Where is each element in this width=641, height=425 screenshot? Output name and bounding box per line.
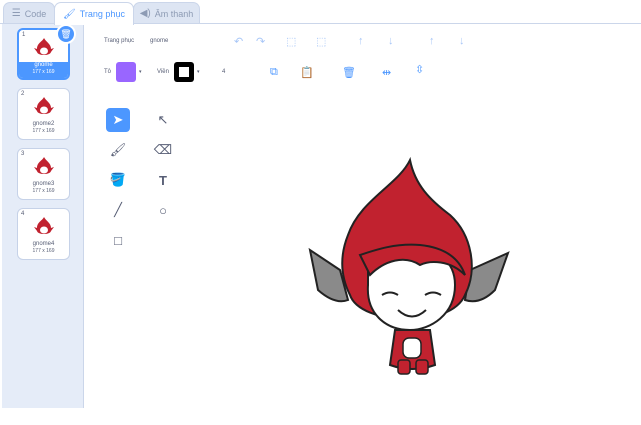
outline-label: Viền [157, 69, 169, 75]
tab-costumes-label: Trang phục [79, 9, 125, 19]
costume-item-4[interactable]: 4 gnome4 177 x 169 [17, 208, 70, 260]
tab-costumes[interactable]: 🖌 Trang phục [54, 2, 134, 25]
flip-horizontal-icon[interactable]: ⇹ [382, 66, 391, 79]
flip-vertical-icon[interactable]: ⇳ [415, 63, 424, 76]
speaker-icon: ◀) [139, 8, 151, 19]
costume-thumbnail [33, 97, 54, 114]
reshape-tool[interactable]: ↖ [151, 108, 175, 132]
rectangle-icon: □ [114, 232, 122, 248]
arrow-icon: ➤ [112, 112, 124, 127]
delete-icon[interactable]: 🗑 [342, 66, 356, 79]
editor-tabs: ☰ Code 🖌 Trang phục ◀) Âm thanh [0, 0, 641, 25]
circle-tool[interactable]: ○ [151, 198, 175, 222]
costume-name-input[interactable]: gnome [150, 38, 168, 44]
undo-icon[interactable]: ↶ [234, 35, 243, 48]
fill-color-swatch[interactable] [116, 62, 136, 82]
costume-thumbnail [33, 157, 54, 174]
costume-thumbnail [33, 217, 54, 234]
tab-sounds[interactable]: ◀) Âm thanh [133, 2, 200, 24]
costume-list: 1 gnome 177 x 169 2 gnome2 177 x 169 3 g… [2, 24, 84, 408]
copy-icon[interactable]: ⧉ [270, 66, 278, 79]
line-icon: ╱ [114, 202, 122, 217]
back-icon[interactable]: ↓ [459, 35, 465, 47]
rectangle-tool[interactable]: □ [106, 228, 130, 252]
gnome-sprite [308, 156, 510, 375]
costume-item-3[interactable]: 3 gnome3 177 x 169 [17, 148, 70, 200]
costume-item-2[interactable]: 2 gnome2 177 x 169 [17, 88, 70, 140]
costume-number: 2 [21, 91, 25, 97]
text-tool[interactable]: T [151, 168, 175, 192]
costume-size: 177 x 169 [32, 128, 55, 134]
costume-number: 3 [21, 151, 25, 157]
paste-icon[interactable]: 📋 [300, 66, 314, 79]
outline-inner [179, 67, 189, 77]
trash-icon: 🗑 [60, 28, 72, 39]
outline-color-swatch[interactable] [174, 62, 194, 82]
fill-caret-icon[interactable]: ▾ [139, 69, 142, 75]
outline-caret-icon[interactable]: ▾ [197, 69, 200, 75]
costume-size: 177 x 169 [32, 248, 55, 254]
costume-thumbnail [33, 38, 54, 55]
line-tool[interactable]: ╱ [106, 198, 130, 222]
costume-size: 177 x 169 [32, 69, 55, 75]
ungroup-icon[interactable]: ⬚ [316, 35, 326, 48]
select-tool[interactable]: ➤ [106, 108, 130, 132]
paint-bucket-icon: 🪣 [109, 172, 127, 187]
front-icon[interactable]: ↑ [429, 35, 435, 47]
backward-icon[interactable]: ↓ [388, 35, 394, 47]
drawing-canvas[interactable] [300, 155, 515, 380]
costume-number: 1 [22, 32, 26, 38]
tab-code[interactable]: ☰ Code [3, 2, 55, 24]
costume-name: gnome2 [32, 121, 55, 127]
brush-tool[interactable]: 🖌 [106, 138, 130, 162]
costume-name: gnome [34, 62, 53, 68]
tab-code-label: Code [24, 8, 47, 19]
paintbrush-icon: 🖌 [109, 142, 127, 157]
brush-icon: 🖌 [63, 8, 76, 20]
delete-costume-button[interactable]: 🗑 [56, 24, 76, 44]
costume-number: 4 [21, 211, 25, 217]
fill-label: Tô [104, 69, 112, 75]
eraser-icon: ⌫ [153, 142, 173, 157]
costume-size: 177 x 169 [32, 188, 55, 194]
fill-tool[interactable]: 🪣 [106, 168, 130, 192]
forward-icon[interactable]: ↑ [358, 35, 364, 47]
text-icon: T [159, 172, 167, 188]
costume-name: gnome3 [32, 181, 55, 187]
costume-name: gnome4 [32, 241, 55, 247]
redo-icon[interactable]: ↷ [256, 35, 265, 48]
costume-name-label: Trang phục [104, 38, 135, 44]
circle-icon: ○ [159, 202, 167, 218]
tab-sounds-label: Âm thanh [154, 8, 194, 19]
eraser-tool[interactable]: ⌫ [151, 138, 175, 162]
reshape-icon: ↖ [157, 112, 169, 127]
outline-width-input[interactable]: 4 [222, 69, 225, 75]
group-icon[interactable]: ⬚ [286, 35, 296, 48]
code-icon: ☰ [11, 8, 21, 19]
